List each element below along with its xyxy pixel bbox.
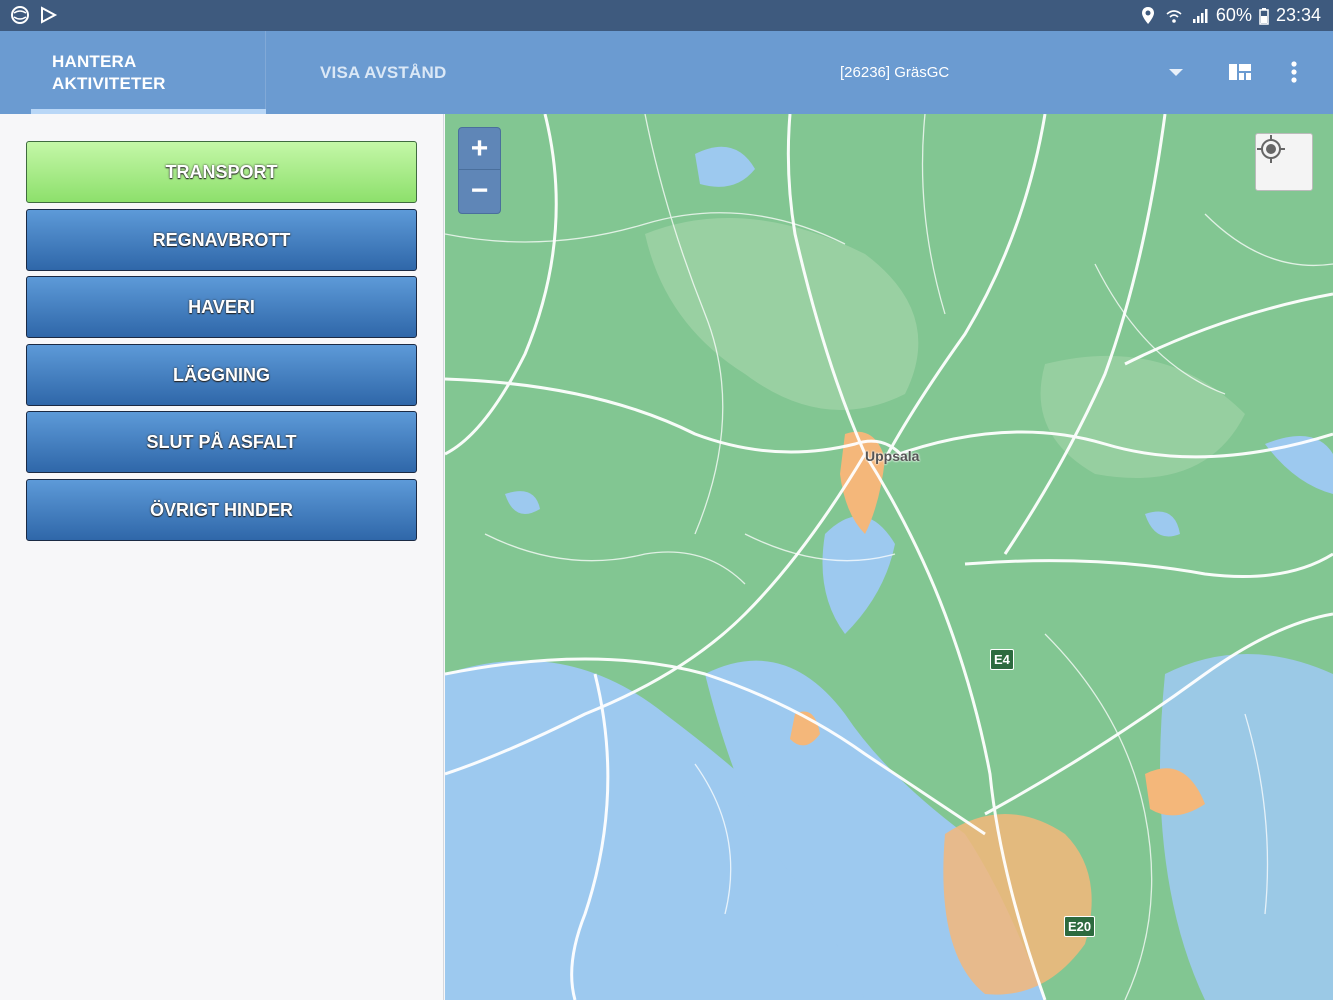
map-view[interactable]: Uppsala E4 E20 + − bbox=[445, 114, 1333, 1000]
zoom-in-button[interactable]: + bbox=[459, 128, 500, 170]
tab-label-line2: AKTIVITETER bbox=[52, 73, 166, 93]
battery-icon bbox=[1258, 6, 1270, 26]
app-bar: HANTERA AKTIVITETER VISA AVSTÅND [26236]… bbox=[0, 31, 1333, 114]
activity-button-ovrigt-hinder[interactable]: ÖVRIGT HINDER bbox=[26, 479, 417, 541]
tab-hantera-aktiviteter[interactable]: HANTERA AKTIVITETER bbox=[0, 31, 266, 114]
activity-button-regnavbrott[interactable]: REGNAVBROTT bbox=[26, 209, 417, 271]
activity-button-transport[interactable]: TRANSPORT bbox=[26, 141, 417, 203]
location-pin-icon bbox=[1138, 6, 1158, 26]
project-spinner[interactable]: [26236] GräsGC bbox=[840, 31, 1185, 114]
activity-button-slut-pa-asfalt[interactable]: SLUT PÅ ASFALT bbox=[26, 411, 417, 473]
activity-button-haveri[interactable]: HAVERI bbox=[26, 276, 417, 338]
activity-button-laggning[interactable]: LÄGGNING bbox=[26, 344, 417, 406]
globe-icon bbox=[10, 5, 30, 25]
crosshair-icon bbox=[1257, 135, 1285, 163]
spinner-value: [26236] GräsGC bbox=[840, 64, 950, 81]
signal-icon bbox=[1190, 6, 1210, 26]
play-store-icon bbox=[38, 5, 58, 25]
tab-label-line1: HANTERA bbox=[52, 51, 137, 71]
wifi-icon bbox=[1164, 6, 1184, 26]
dashboard-icon[interactable] bbox=[1226, 58, 1254, 86]
map-city-label: Uppsala bbox=[865, 448, 920, 464]
dropdown-arrow-icon bbox=[1169, 69, 1183, 76]
map-tiles bbox=[445, 114, 1333, 1000]
zoom-control: + − bbox=[458, 127, 501, 214]
overflow-menu-icon[interactable] bbox=[1280, 58, 1308, 86]
battery-percent: 60% bbox=[1215, 5, 1252, 25]
clock: 23:34 bbox=[1275, 5, 1321, 25]
road-shield-e20: E20 bbox=[1064, 916, 1096, 937]
road-shield-e4: E4 bbox=[990, 649, 1014, 670]
activity-panel: TRANSPORT REGNAVBROTT HAVERI LÄGGNING SL… bbox=[0, 114, 444, 1000]
tab-visa-avstand[interactable]: VISA AVSTÅND bbox=[320, 31, 446, 114]
zoom-out-button[interactable]: − bbox=[459, 170, 500, 212]
status-bar: 60% 23:34 bbox=[0, 0, 1333, 31]
my-location-button[interactable] bbox=[1255, 133, 1313, 191]
